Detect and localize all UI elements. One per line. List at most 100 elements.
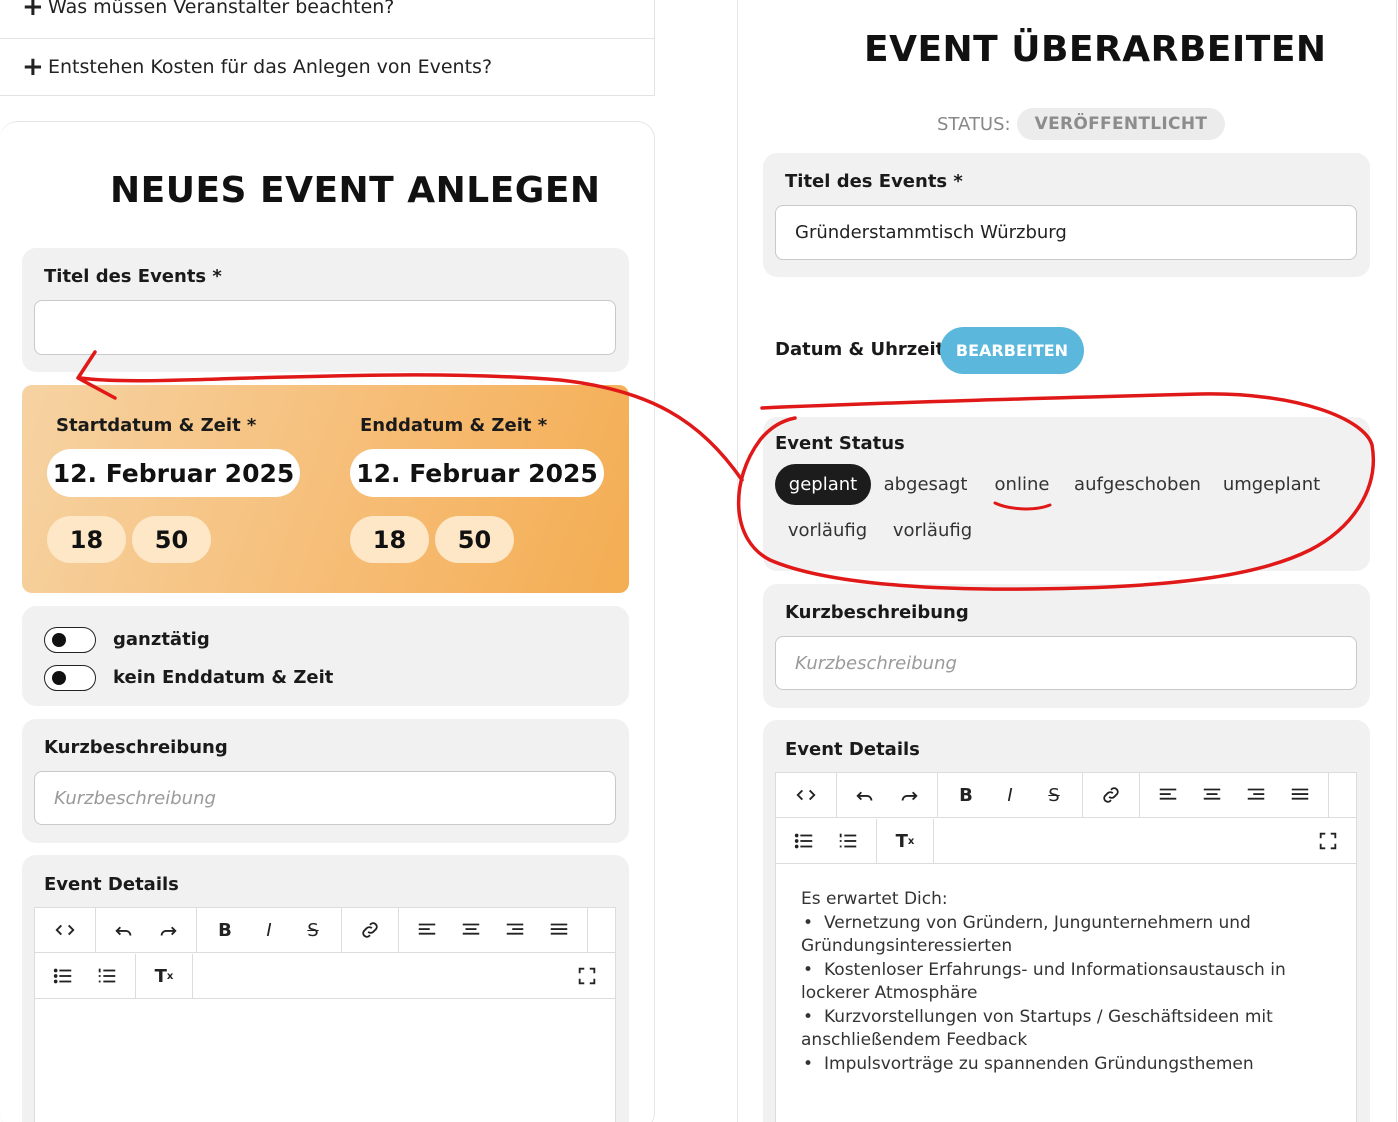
- link-icon[interactable]: [1089, 773, 1133, 817]
- italic-icon[interactable]: I: [988, 773, 1032, 817]
- editor-toolbar-row: Tx: [776, 819, 1356, 864]
- end-minute-field[interactable]: 50: [435, 516, 514, 563]
- toggle-knob: [52, 671, 66, 685]
- title-input[interactable]: [34, 300, 616, 355]
- toolbar-group: Tx: [136, 954, 193, 998]
- align-center-icon[interactable]: [449, 908, 493, 952]
- code-view-icon[interactable]: [43, 908, 87, 952]
- redo-icon[interactable]: [887, 773, 931, 817]
- start-date-field[interactable]: 12. Februar 2025: [47, 449, 300, 497]
- align-right-icon[interactable]: [493, 908, 537, 952]
- toolbar-group: [776, 773, 837, 817]
- datetime-label: Datum & Uhrzeit: [775, 339, 945, 360]
- details-label: Event Details: [44, 874, 179, 895]
- short-desc-label: Kurzbeschreibung: [44, 737, 228, 758]
- title-label: Titel des Events *: [44, 266, 222, 287]
- list-item: Kostenloser Erfahrungs- und Informations…: [801, 959, 1331, 1006]
- toolbar-group: [1083, 773, 1140, 817]
- align-center-icon[interactable]: [1190, 773, 1234, 817]
- editor-toolbar-row: B I S: [35, 908, 615, 953]
- redo-icon[interactable]: [146, 908, 190, 952]
- edit-title-card: Titel des Events * Gründerstammtisch Wür…: [763, 153, 1370, 277]
- align-right-icon[interactable]: [1234, 773, 1278, 817]
- short-desc-input[interactable]: Kurzbeschreibung: [775, 636, 1357, 690]
- start-hour-field[interactable]: 18: [47, 516, 126, 563]
- code-view-icon[interactable]: [784, 773, 828, 817]
- align-justify-icon[interactable]: [537, 908, 581, 952]
- link-icon[interactable]: [348, 908, 392, 952]
- faq-section: + Was müssen Veranstalter beachten? + En…: [0, 0, 655, 96]
- short-desc-input[interactable]: Kurzbeschreibung: [34, 771, 616, 825]
- end-label: Enddatum & Zeit *: [360, 415, 548, 436]
- edit-datetime-button[interactable]: BEARBEITEN: [940, 327, 1084, 374]
- toolbar-group: [776, 819, 877, 863]
- toolbar-group: [1140, 773, 1329, 817]
- status-option-vorlaeufig[interactable]: vorläufig: [886, 510, 979, 551]
- faq-item-label: Was müssen Veranstalter beachten?: [48, 0, 395, 18]
- new-event-heading: NEUES EVENT ANLEGEN: [110, 170, 601, 211]
- title-input[interactable]: Gründerstammtisch Würzburg: [775, 205, 1357, 260]
- end-hour-field[interactable]: 18: [350, 516, 429, 563]
- align-justify-icon[interactable]: [1278, 773, 1322, 817]
- status-option-vorlaeufig[interactable]: vorläufig: [781, 510, 874, 551]
- clear-format-icon[interactable]: Tx: [142, 954, 186, 998]
- status-option-aufgeschoben[interactable]: aufgeschoben: [1071, 464, 1204, 505]
- date-time-card: Startdatum & Zeit * Enddatum & Zeit * 12…: [22, 385, 629, 593]
- list-item: Kurzvorstellungen von Startups / Geschäf…: [801, 1006, 1331, 1053]
- editor-toolbar-row: Tx: [35, 954, 615, 999]
- status-option-abgesagt[interactable]: abgesagt: [877, 464, 974, 505]
- plus-icon: +: [22, 0, 44, 22]
- toolbar-group: [837, 773, 938, 817]
- noend-label: kein Enddatum & Zeit: [113, 667, 334, 688]
- align-left-icon[interactable]: [405, 908, 449, 952]
- fullscreen-icon[interactable]: [1300, 819, 1356, 863]
- bullet-list-icon[interactable]: [782, 819, 826, 863]
- italic-icon[interactable]: I: [247, 908, 291, 952]
- bullet-list-icon[interactable]: [41, 954, 85, 998]
- noend-toggle[interactable]: [44, 665, 96, 691]
- status-option-umgeplant[interactable]: umgeplant: [1217, 464, 1326, 505]
- editor-content[interactable]: Es erwartet Dich: Vernetzung von Gründer…: [801, 888, 1331, 1076]
- short-desc-card: Kurzbeschreibung Kurzbeschreibung: [22, 719, 629, 843]
- allday-label: ganztätig: [113, 629, 210, 650]
- divider: [0, 38, 654, 39]
- start-minute-field[interactable]: 50: [132, 516, 211, 563]
- content-list: Vernetzung von Gründern, Jungunternehmer…: [801, 912, 1331, 1077]
- align-left-icon[interactable]: [1146, 773, 1190, 817]
- list-item: Impulsvorträge zu spannenden Gründungsth…: [801, 1053, 1331, 1077]
- faq-item[interactable]: + Was müssen Veranstalter beachten?: [22, 0, 394, 20]
- details-label: Event Details: [785, 739, 920, 760]
- numbered-list-icon[interactable]: [85, 954, 129, 998]
- undo-icon[interactable]: [843, 773, 887, 817]
- title-card: Titel des Events *: [22, 248, 629, 372]
- end-date-field[interactable]: 12. Februar 2025: [350, 449, 604, 497]
- bold-icon[interactable]: B: [944, 773, 988, 817]
- title-label: Titel des Events *: [785, 171, 963, 192]
- strikethrough-icon[interactable]: S: [1032, 773, 1076, 817]
- editor-toolbar-row: B I S: [776, 773, 1356, 818]
- content-intro: Es erwartet Dich:: [801, 889, 948, 909]
- undo-icon[interactable]: [102, 908, 146, 952]
- status-option-geplant[interactable]: geplant: [775, 464, 871, 505]
- list-item: Vernetzung von Gründern, Jungunternehmer…: [801, 912, 1331, 959]
- start-label: Startdatum & Zeit *: [56, 415, 257, 436]
- clear-format-icon[interactable]: Tx: [883, 819, 927, 863]
- bold-icon[interactable]: B: [203, 908, 247, 952]
- edit-short-desc-card: Kurzbeschreibung Kurzbeschreibung: [763, 584, 1370, 708]
- fullscreen-icon[interactable]: [559, 954, 615, 998]
- faq-item-label: Entstehen Kosten für das Anlegen von Eve…: [48, 56, 493, 78]
- rich-text-editor[interactable]: B I S Tx: [34, 907, 616, 1122]
- allday-toggle[interactable]: [44, 627, 96, 653]
- status-option-online[interactable]: online: [985, 464, 1059, 505]
- status-label: STATUS:: [937, 113, 1011, 135]
- numbered-list-icon[interactable]: [826, 819, 870, 863]
- status-row: STATUS: VERÖFFENTLICHT: [937, 108, 1226, 140]
- status-badge: VERÖFFENTLICHT: [1016, 108, 1226, 140]
- strikethrough-icon[interactable]: S: [291, 908, 335, 952]
- toolbar-group: [399, 908, 588, 952]
- faq-item[interactable]: + Entstehen Kosten für das Anlegen von E…: [22, 54, 492, 80]
- options-card: ganztätig kein Enddatum & Zeit: [22, 606, 629, 706]
